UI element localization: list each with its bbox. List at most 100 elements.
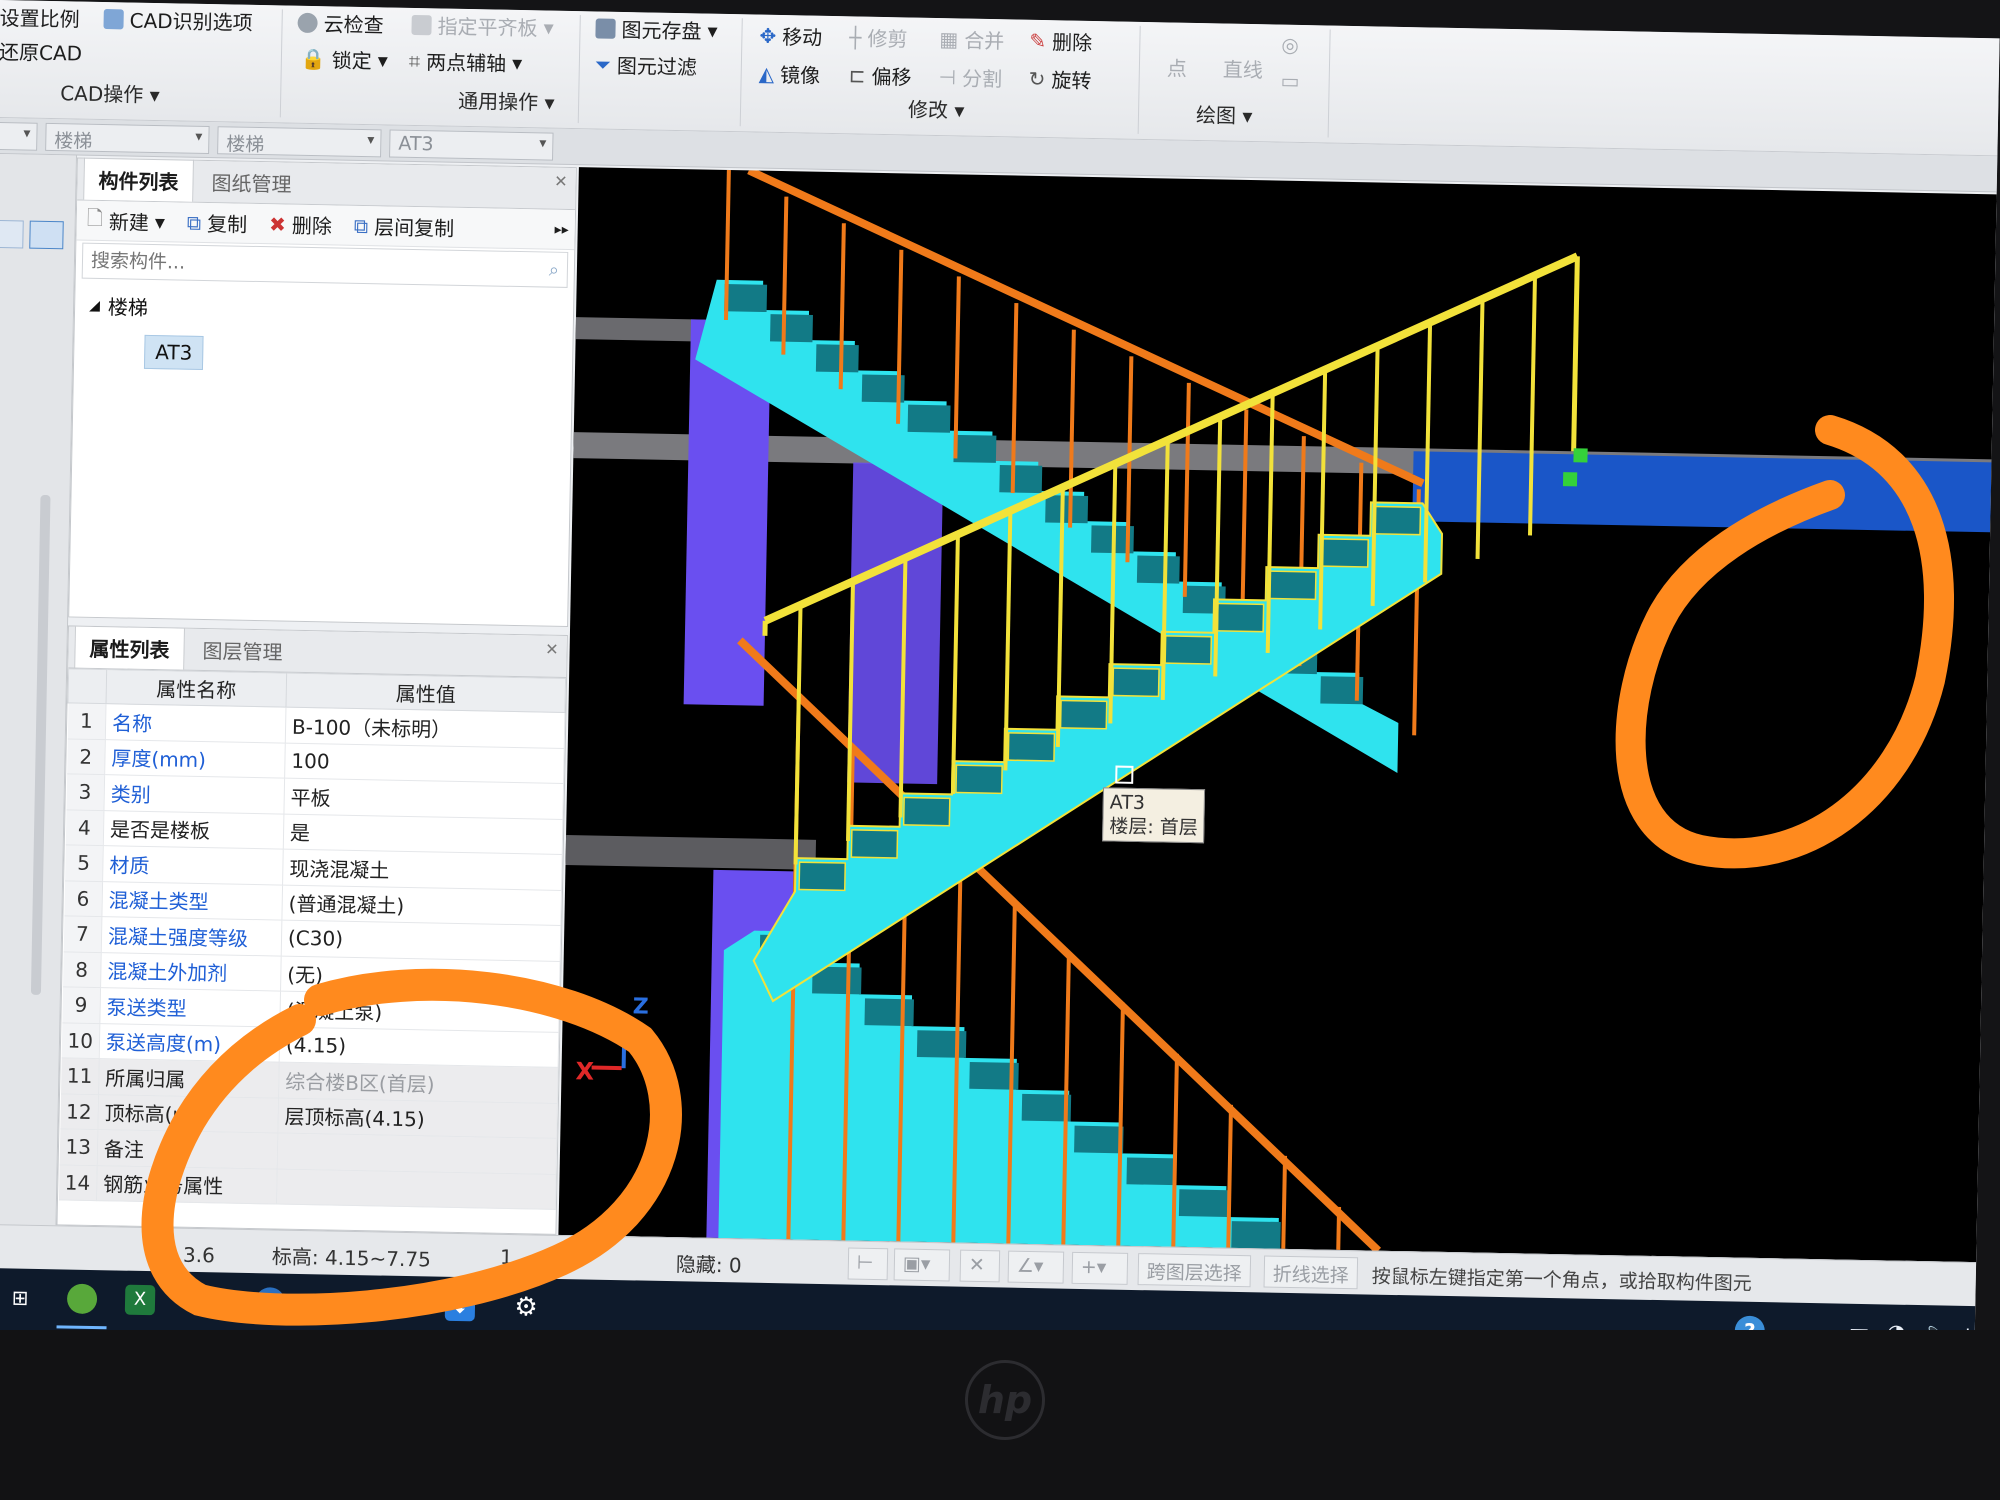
property-value[interactable]: B-100（未标明） xyxy=(285,707,565,748)
cloud-check-button[interactable]: 云检查 xyxy=(297,8,384,39)
combo-subtype[interactable]: 楼梯 xyxy=(217,126,382,158)
row-index: 11 xyxy=(60,1057,100,1095)
grid-view-icon[interactable] xyxy=(29,220,64,250)
more-icon[interactable]: ▸▸ xyxy=(554,221,568,237)
windows-start-icon[interactable]: ⊞ xyxy=(5,1282,36,1313)
rotate-label: 旋转 xyxy=(1051,68,1092,93)
cad-options-button[interactable]: CAD识别选项 xyxy=(103,4,253,36)
trim-button[interactable]: ┼ 修剪 xyxy=(849,22,908,52)
app-pin-icon[interactable]: ⬇ xyxy=(444,1290,476,1322)
close-icon[interactable]: ✕ xyxy=(554,172,568,191)
merge-button[interactable]: ▦ 合并 xyxy=(939,24,1004,54)
move-button[interactable]: ✥ 移动 xyxy=(759,21,822,51)
mirror-icon: ◭ xyxy=(758,61,775,86)
combo-component[interactable]: AT3 xyxy=(389,129,554,161)
property-value[interactable] xyxy=(277,1133,557,1174)
property-value[interactable]: 层顶标高(4.15) xyxy=(277,1097,558,1139)
row-index: 10 xyxy=(61,1022,100,1059)
combo-type-value: 楼梯 xyxy=(54,130,93,153)
search-icon[interactable]: ⌕ xyxy=(549,259,559,280)
row-index: 6 xyxy=(63,880,103,917)
circle-button[interactable]: ◎ xyxy=(1281,33,1299,57)
property-name: 钢筋业务属性 xyxy=(96,1165,278,1205)
property-value[interactable]: 综合楼B区(首层) xyxy=(278,1062,559,1103)
excel-icon[interactable]: X xyxy=(124,1284,156,1316)
polyline-select-button[interactable]: 折线选择 xyxy=(1263,1255,1359,1290)
combo-floor[interactable] xyxy=(0,121,38,151)
snap-icon[interactable]: ✕ xyxy=(959,1249,1001,1283)
property-value[interactable] xyxy=(276,1168,557,1210)
copy-icon: ⧉ xyxy=(186,210,202,235)
rotate-button[interactable]: ↻ 旋转 xyxy=(1028,64,1091,94)
delete-label: 删除 xyxy=(1051,30,1093,55)
delete-component-button[interactable]: ✖ 删除 xyxy=(269,209,332,239)
tree-node-stairs[interactable]: ◢ 楼梯 xyxy=(89,291,559,329)
property-value[interactable]: (普通混凝土) xyxy=(281,884,562,926)
cad-ops-group[interactable]: CAD操作 ▾ xyxy=(60,77,160,108)
offset-button[interactable]: ⊏ 偏移 xyxy=(848,60,911,90)
two-point-axis-label: 两点辅轴 xyxy=(425,50,507,76)
property-value[interactable]: 平板 xyxy=(283,778,564,819)
general-ops-group[interactable]: 通用操作 ▾ xyxy=(458,85,555,116)
point-button[interactable]: 点 xyxy=(1167,52,1188,81)
new-button[interactable]: 🗋 新建 ▾ xyxy=(86,203,166,238)
new-file-icon: 🗋 xyxy=(86,205,104,230)
property-value[interactable]: 100 xyxy=(284,742,565,784)
search-input[interactable] xyxy=(90,249,492,280)
angle-icon[interactable]: ∠▾ xyxy=(1007,1250,1065,1284)
set-scale-button[interactable]: 设置比例 xyxy=(0,2,80,33)
copy-button[interactable]: ⧉ 复制 xyxy=(187,208,248,238)
draw-group[interactable]: 绘图 ▾ xyxy=(1196,99,1253,129)
box-select-icon[interactable]: ▣▾ xyxy=(893,1248,951,1282)
3d-drawing-canvas[interactable]: AT3 楼层: 首层 X Z xyxy=(558,167,1997,1263)
property-table: 属性名称 属性值 1 名称 B-100（未标明） 2 厚度(mm) 100 3 类别 平板 4 是否… xyxy=(58,668,566,1210)
property-value[interactable]: (4.15) xyxy=(279,1026,559,1068)
tab-component-list[interactable]: 构件列表 xyxy=(83,157,194,202)
collapse-icon[interactable]: ◢ xyxy=(89,297,100,313)
floor-copy-button[interactable]: ⧉ 层间复制 xyxy=(354,211,455,242)
delete-button[interactable]: ✎ 删除 xyxy=(1029,26,1092,56)
property-value[interactable]: (C30) xyxy=(281,920,561,961)
handrail-post xyxy=(793,604,803,865)
filter-element-button[interactable]: ⏷ 图元过滤 xyxy=(595,49,698,80)
property-name: 混凝土强度等级 xyxy=(101,916,282,956)
property-value[interactable]: 现浇混凝土 xyxy=(282,849,563,890)
tab-drawing-management[interactable]: 图纸管理 xyxy=(197,161,306,204)
browser-icon[interactable] xyxy=(254,1287,286,1318)
two-point-axis-button[interactable]: ⌗ 两点辅轴 ▾ xyxy=(409,46,523,77)
list-view-icon[interactable] xyxy=(0,219,24,249)
rectangle-button[interactable]: ▭ xyxy=(1280,69,1299,93)
tab-layer-management[interactable]: 图层管理 xyxy=(188,629,297,672)
mirror-button[interactable]: ◭ 镜像 xyxy=(758,59,821,89)
property-value[interactable]: (无) xyxy=(280,955,561,997)
tree-leaf-at3[interactable]: AT3 xyxy=(143,334,204,370)
stair-tread xyxy=(1112,667,1160,698)
property-value[interactable]: 是 xyxy=(283,813,563,855)
property-value[interactable]: (混凝土泵) xyxy=(279,991,560,1032)
cross-layer-select-button[interactable]: 跨图层选择 xyxy=(1137,1253,1252,1288)
combo-type[interactable]: 楼梯 xyxy=(45,122,210,155)
ribbon-separator xyxy=(577,15,581,124)
close-icon[interactable]: ✕ xyxy=(545,640,559,659)
modify-group[interactable]: 修改 ▾ xyxy=(908,93,965,123)
restore-cad-button[interactable]: 还原CAD xyxy=(0,36,82,67)
stair-tread xyxy=(1136,555,1180,584)
slab-edge xyxy=(575,317,706,342)
row-index: 2 xyxy=(66,738,106,775)
lock-button[interactable]: 🔒 锁定 ▾ xyxy=(301,44,388,75)
tab-property-list[interactable]: 属性列表 xyxy=(74,625,185,670)
move-label: 移动 xyxy=(781,25,823,50)
scrollbar[interactable] xyxy=(30,494,51,995)
ortho-toggle-icon[interactable]: ⊢ xyxy=(847,1247,889,1281)
save-element-button[interactable]: 图元存盘 ▾ xyxy=(595,13,718,44)
split-button[interactable]: ⊣ 分割 xyxy=(938,62,1002,92)
line-button[interactable]: 直线 xyxy=(1223,53,1264,83)
split-label: 分割 xyxy=(961,66,1003,92)
app-globe-icon[interactable] xyxy=(66,1283,98,1315)
flat-slab-button[interactable]: 指定平齐板 ▾ xyxy=(411,10,554,42)
grid-snap-icon[interactable]: +▾ xyxy=(1071,1251,1129,1285)
ribbon-separator xyxy=(1327,29,1331,138)
settings-gear-icon[interactable]: ⚙ xyxy=(511,1292,542,1323)
axis-x-line xyxy=(591,1065,622,1071)
general-ops-label: 通用操作 xyxy=(457,88,539,115)
